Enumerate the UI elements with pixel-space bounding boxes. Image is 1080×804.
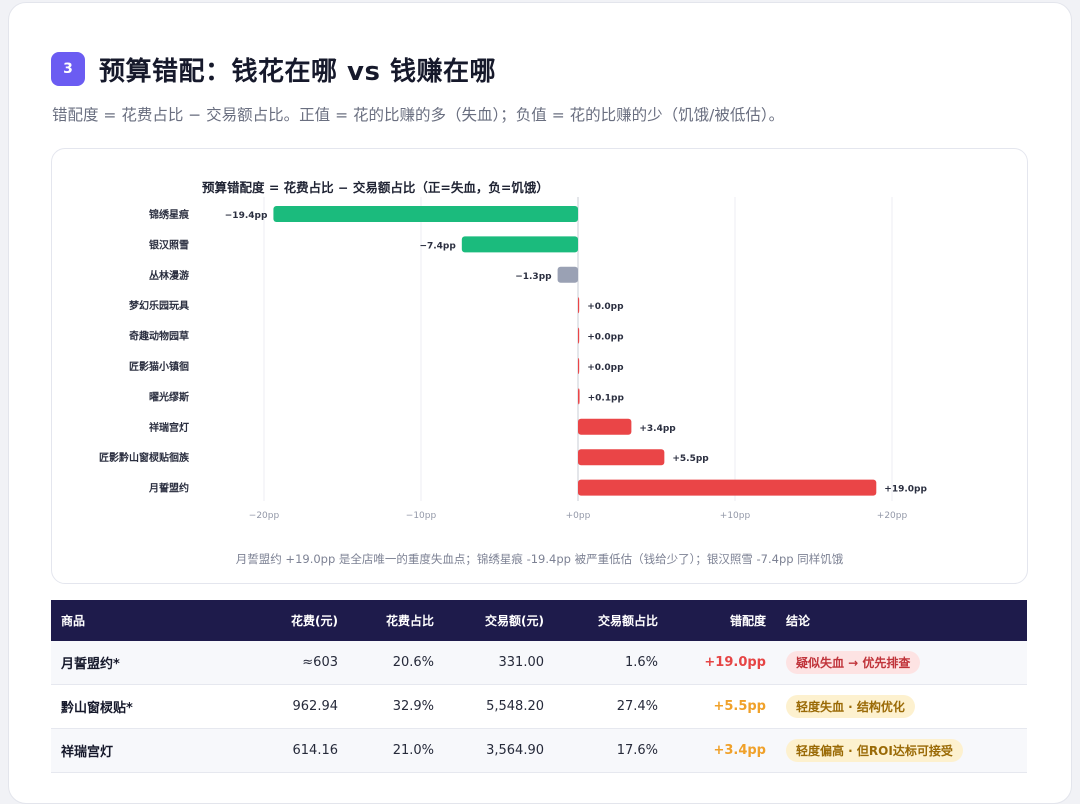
bar: [578, 358, 580, 374]
verdict-badge: 轻度偏高 · 但ROI达标可接受: [786, 739, 963, 762]
cell-spend: ≈603: [246, 641, 348, 685]
chart-card: −20pp −10pp +0pp +10pp +20pp 锦绣星痕 −19.4pp 银汉照雪 −…: [51, 148, 1028, 584]
value-label: −1.3pp: [515, 272, 552, 282]
bar: [578, 449, 665, 466]
col-header-gmv: 交易额(元): [444, 600, 554, 641]
x-tick-label: +0pp: [566, 511, 591, 521]
mismatch-table: 商品 花费(元) 花费占比 交易额(元) 交易额占比 错配度 结论 月誓盟约* ≈…: [51, 600, 1027, 773]
table-row: 祥瑞宫灯 614.16 21.0% 3,564.90 17.6% +3.4pp 轻度偏高 ·…: [51, 728, 1027, 773]
bar: [578, 297, 580, 314]
section-number-badge: 3: [51, 52, 85, 86]
cell-gmv: 3,564.90: [444, 728, 554, 773]
cell-verdict: 疑似失血 → 优先排查: [776, 641, 1027, 685]
cell-gmv-pct: 17.6%: [554, 728, 668, 773]
x-tick-label: −10pp: [406, 511, 437, 521]
col-header-mismatch: 错配度: [668, 600, 776, 641]
value-label: −7.4pp: [419, 241, 456, 251]
x-tick-label: −20pp: [249, 511, 280, 521]
category-label: 银汉照雪: [149, 238, 189, 251]
cell-gmv: 331.00: [444, 641, 554, 685]
chart-title: 预算错配度 = 花费占比 − 交易额占比（正=失血，负=饥饿）: [202, 180, 549, 195]
category-label: 丛林漫游: [149, 269, 189, 282]
section-subtitle: 错配度 = 花费占比 − 交易额占比。正值 = 花的比赚的多（失血）；负值 = …: [52, 106, 785, 124]
cell-spend-pct: 32.9%: [348, 684, 444, 729]
cell-spend-pct: 21.0%: [348, 728, 444, 773]
table-row: 月誓盟约* ≈603 20.6% 331.00 1.6% +19.0pp 疑似失血 → 优先…: [51, 641, 1027, 685]
table-header-row: 商品 花费(元) 花费占比 交易额(元) 交易额占比 错配度 结论: [51, 600, 1027, 641]
cell-product: 祥瑞宫灯: [51, 728, 246, 773]
category-label: 奇趣动物园草: [129, 330, 189, 343]
value-label: +19.0pp: [884, 485, 927, 495]
category-label: 锦绣星痕: [149, 208, 190, 221]
section-title: 预算错配：钱花在哪 vs 钱赚在哪: [99, 56, 497, 87]
cell-spend: 962.94: [246, 684, 348, 729]
cell-product: 月誓盟约*: [51, 641, 246, 685]
cell-mismatch: +5.5pp: [668, 684, 776, 729]
bar: [578, 479, 877, 496]
col-header-product: 商品: [51, 600, 246, 641]
x-tick-label: +10pp: [720, 511, 751, 521]
cell-spend: 614.16: [246, 728, 348, 773]
chart-note: 月誓盟约 +19.0pp 是全店唯一的重度失血点；锦绣星痕 -19.4pp 被严…: [235, 552, 844, 566]
col-header-spend: 花费(元): [246, 600, 348, 641]
value-label: +5.5pp: [672, 454, 709, 464]
value-label: −19.4pp: [225, 211, 268, 221]
cell-spend-pct: 20.6%: [348, 641, 444, 685]
bar: [578, 418, 632, 435]
cell-gmv-pct: 1.6%: [554, 641, 668, 685]
value-label: +0.1pp: [588, 393, 625, 403]
verdict-badge: 疑似失血 → 优先排查: [786, 651, 921, 674]
cell-mismatch: +3.4pp: [668, 728, 776, 773]
value-label: +0.0pp: [587, 363, 624, 373]
cell-mismatch: +19.0pp: [668, 641, 776, 685]
category-label: 匠影猫小镇徊: [129, 360, 189, 373]
cell-gmv: 5,548.20: [444, 684, 554, 729]
bar: [578, 388, 580, 405]
bar: [461, 236, 578, 253]
verdict-badge: 轻度失血 · 结构优化: [786, 695, 915, 718]
category-label: 匠影黔山窗棂贴徊族: [99, 451, 190, 464]
mismatch-bar-chart: −20pp −10pp +0pp +10pp +20pp 锦绣星痕 −19.4pp 银汉照雪 −…: [99, 197, 927, 521]
value-label: +0.0pp: [587, 302, 624, 312]
col-header-verdict: 结论: [776, 600, 1027, 641]
cell-verdict: 轻度偏高 · 但ROI达标可接受: [776, 728, 1027, 773]
col-header-gmv-pct: 交易额占比: [554, 600, 668, 641]
value-label: +0.0pp: [587, 333, 624, 343]
x-tick-label: +20pp: [877, 511, 908, 521]
col-header-spend-pct: 花费占比: [348, 600, 444, 641]
bar: [273, 206, 578, 222]
category-label: 月誓盟约: [148, 482, 189, 495]
value-label: +3.4pp: [639, 424, 676, 434]
table-row: 黔山窗棂贴* 962.94 32.9% 5,548.20 27.4% +5.5pp 轻度失血…: [51, 684, 1027, 729]
category-label: 梦幻乐园玩具: [129, 299, 189, 312]
cell-product: 黔山窗棂贴*: [51, 684, 246, 729]
cell-gmv-pct: 27.4%: [554, 684, 668, 729]
bar: [557, 266, 578, 283]
category-label: 祥瑞宫灯: [149, 421, 189, 434]
cell-verdict: 轻度失血 · 结构优化: [776, 684, 1027, 729]
bar: [578, 327, 580, 344]
section-header: 3 预算错配：钱花在哪 vs 钱赚在哪: [51, 52, 497, 87]
category-label: 曜光缪斯: [149, 390, 189, 403]
